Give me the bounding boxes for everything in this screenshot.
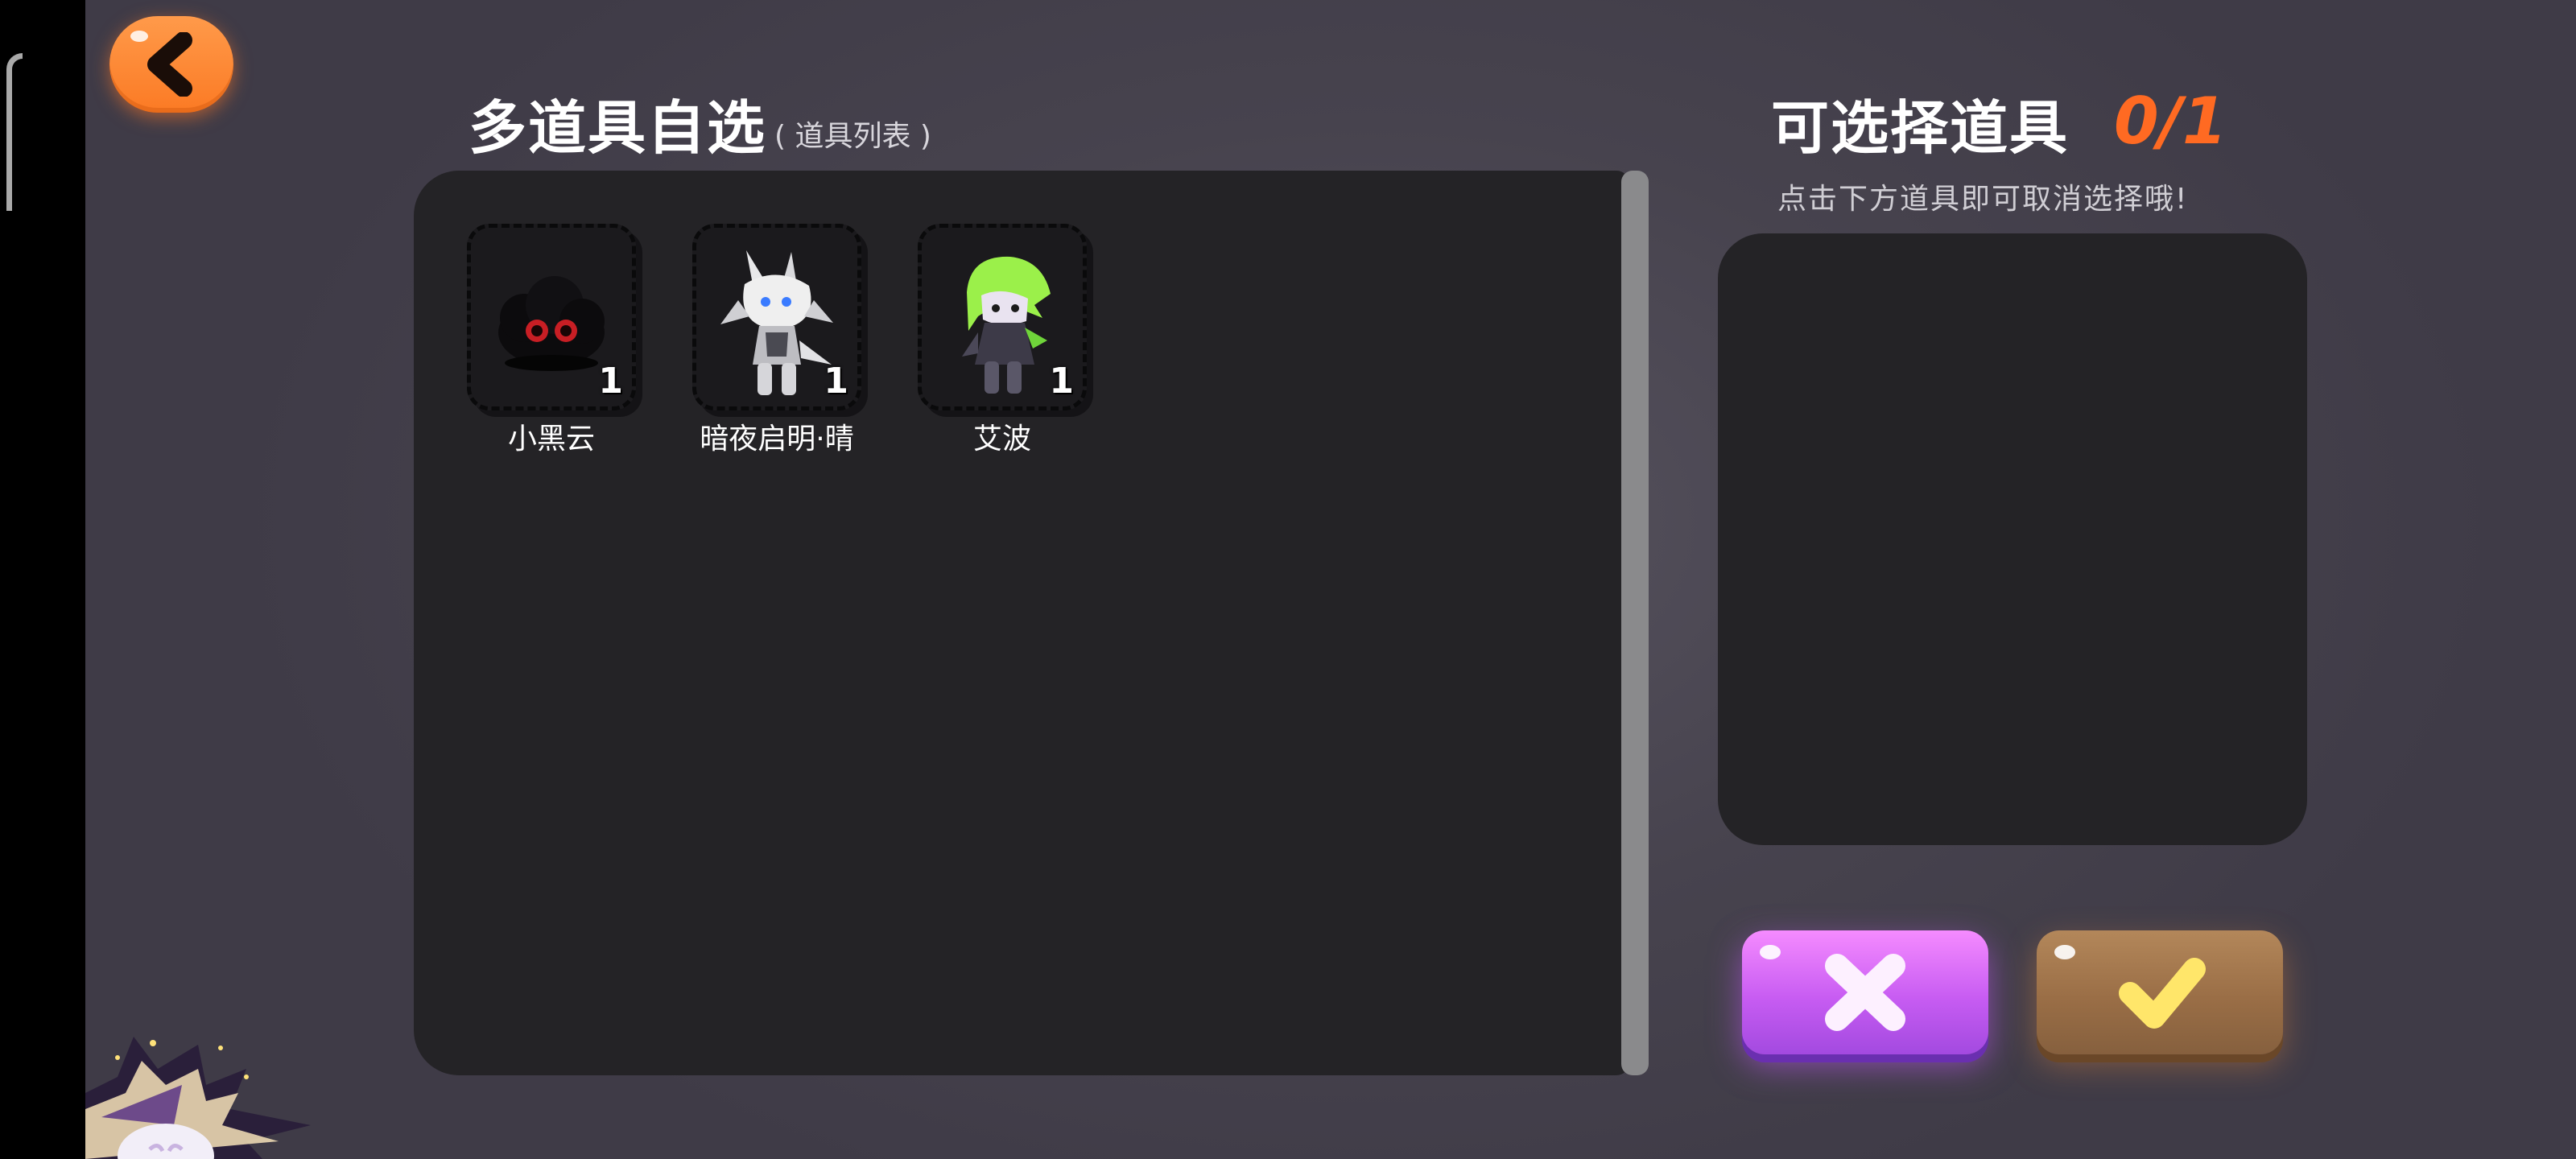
item-name: 艾波 <box>972 423 1031 456</box>
item-count: 1 <box>824 361 848 402</box>
item-card-white-wolf[interactable]: 1 暗夜启明·晴 <box>683 224 871 473</box>
confirm-button[interactable] <box>2037 930 2283 1054</box>
item-name: 暗夜启明·晴 <box>700 423 854 456</box>
item-card-green-hair[interactable]: 1 艾波 <box>908 224 1096 473</box>
game-screen: 多道具自选 ( 道具列表 ) 1 小黑云 1 暗夜启明·晴 1 艾波 可选择道具… <box>0 0 2576 1159</box>
player-avatar-badge[interactable] <box>85 1021 319 1159</box>
item-count: 1 <box>598 361 623 402</box>
selected-count: 0/1 <box>2114 84 2227 159</box>
page-title: 多道具自选 <box>469 94 767 162</box>
deselect-hint: 点击下方道具即可取消选择哦! <box>1777 183 2189 216</box>
back-button[interactable] <box>109 16 233 113</box>
item-list-scrollbar[interactable] <box>1621 171 1649 1075</box>
check-icon <box>2119 958 2206 1029</box>
selected-items-panel[interactable] <box>1718 233 2307 845</box>
spiky-burst-icon <box>85 1037 311 1159</box>
cancel-button[interactable] <box>1742 930 1988 1054</box>
page-subtitle: ( 道具列表 ) <box>774 120 931 153</box>
x-icon <box>1825 954 1905 1031</box>
item-count: 1 <box>1049 361 1074 402</box>
selectable-items-title: 可选择道具 <box>1771 94 2070 162</box>
left-edge-bar <box>0 0 85 1159</box>
chevron-left-icon <box>147 32 192 97</box>
edge-swipe-handle[interactable] <box>6 53 23 211</box>
item-card-black-cloud[interactable]: 1 小黑云 <box>457 224 646 473</box>
item-name: 小黑云 <box>507 423 595 456</box>
